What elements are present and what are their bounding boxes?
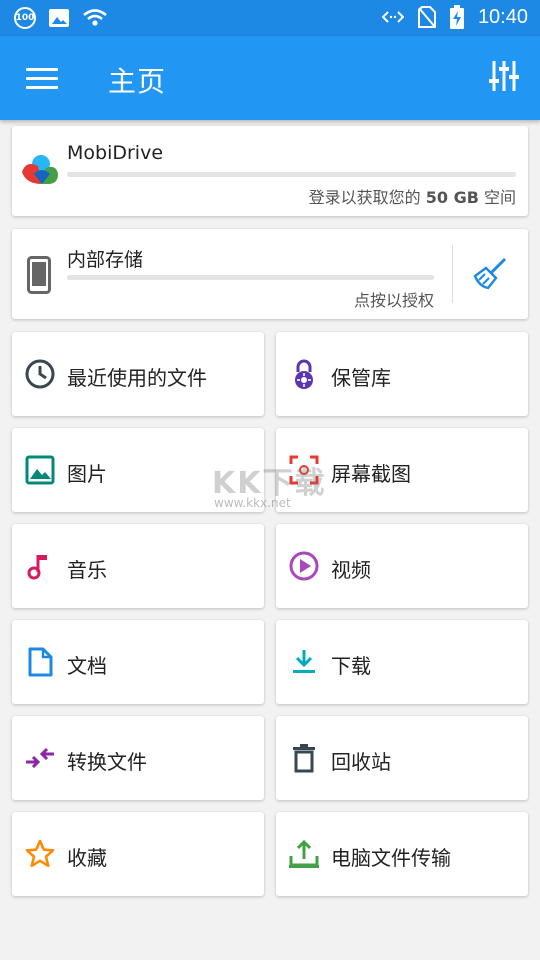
tile-music[interactable]: 音乐 — [12, 524, 264, 608]
status-bar: 100 10:40 — [0, 0, 540, 36]
battery-saver-icon: 100 — [14, 7, 36, 29]
tile-documents[interactable]: 文档 — [12, 620, 264, 704]
lock-icon — [295, 359, 313, 389]
tile-label: 转换文件 — [67, 750, 147, 774]
clock: 10:40 — [477, 5, 528, 28]
mobidrive-login-prompt[interactable]: 登录以获取您的 50 GB 空间 — [309, 184, 516, 208]
tile-recent-files[interactable]: 最近使用的文件 — [12, 332, 264, 416]
tile-videos[interactable]: 视频 — [276, 524, 528, 608]
tile-vault[interactable]: 保管库 — [276, 332, 528, 416]
tile-label: 屏幕截图 — [331, 462, 411, 486]
trash-icon — [293, 744, 315, 773]
card-divider — [452, 245, 453, 303]
tile-label: 视频 — [331, 558, 371, 582]
screenshot-icon — [289, 455, 319, 485]
tile-label: 最近使用的文件 — [67, 366, 207, 390]
internal-storage-name: 内部存储 — [67, 249, 144, 271]
filter-settings-icon[interactable] — [486, 58, 522, 94]
tile-label: 回收站 — [331, 750, 391, 774]
tile-pictures[interactable]: 图片 — [12, 428, 264, 512]
tile-pc-file-transfer[interactable]: 电脑文件传输 — [276, 812, 528, 896]
storage-usage-bar — [67, 275, 434, 280]
tile-label: 电脑文件传输 — [331, 846, 451, 870]
tile-favorites[interactable]: 收藏 — [12, 812, 264, 896]
tile-label: 图片 — [67, 462, 107, 486]
tile-convert-files[interactable]: 转换文件 — [12, 716, 264, 800]
data-arrows-icon — [381, 11, 404, 23]
tile-label: 保管库 — [331, 366, 391, 390]
internal-storage-card[interactable]: 内部存储 点按以授权 — [12, 229, 528, 319]
document-icon — [28, 647, 53, 677]
storage-authorize-prompt[interactable]: 点按以授权 — [354, 287, 434, 311]
phone-icon — [27, 256, 51, 294]
tile-screenshots[interactable]: 屏幕截图 — [276, 428, 528, 512]
mobidrive-usage-bar — [67, 172, 516, 177]
tile-label: 下载 — [331, 654, 371, 678]
tile-label: 文档 — [67, 654, 107, 678]
tile-recycle-bin[interactable]: 回收站 — [276, 716, 528, 800]
tile-downloads[interactable]: 下载 — [276, 620, 528, 704]
image-icon — [25, 455, 55, 485]
battery-charging-icon — [449, 5, 464, 29]
broom-clean-icon[interactable] — [472, 256, 508, 292]
mobidrive-name: MobiDrive — [67, 142, 164, 164]
download-icon — [293, 650, 315, 673]
tile-label: 音乐 — [67, 558, 107, 582]
app-bar: 主页 — [0, 36, 540, 120]
music-note-icon — [27, 555, 47, 580]
image-notification-icon — [49, 9, 69, 27]
no-sim-icon — [417, 6, 436, 28]
play-circle-icon — [289, 551, 319, 581]
pc-transfer-icon — [289, 839, 319, 868]
page-title: 主页 — [108, 65, 167, 98]
tile-label: 收藏 — [67, 846, 107, 870]
mobidrive-card[interactable]: MobiDrive 登录以获取您的 50 GB 空间 — [12, 126, 528, 216]
star-icon — [25, 839, 55, 868]
wifi-icon — [83, 9, 107, 26]
mobidrive-logo-icon — [22, 155, 58, 184]
convert-icon — [26, 747, 54, 769]
menu-icon[interactable] — [24, 62, 60, 94]
clock-icon — [25, 359, 55, 389]
